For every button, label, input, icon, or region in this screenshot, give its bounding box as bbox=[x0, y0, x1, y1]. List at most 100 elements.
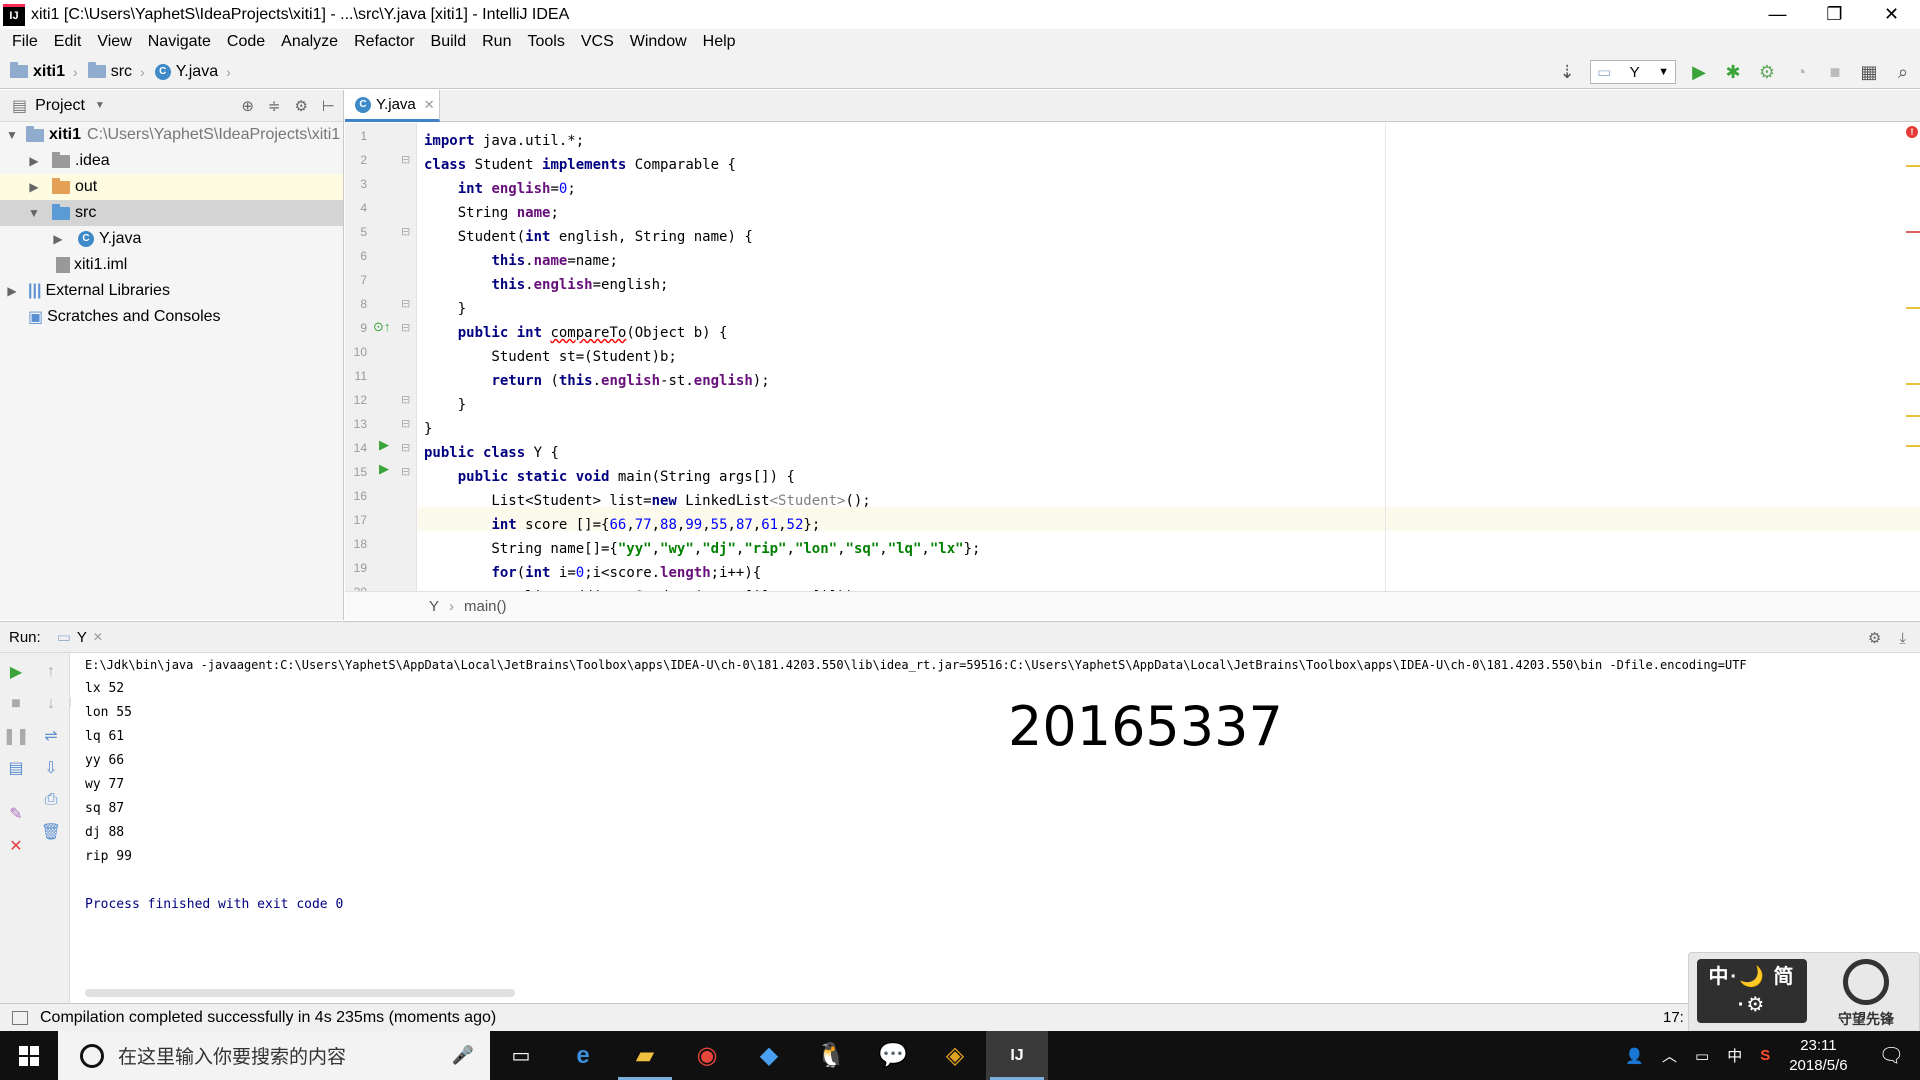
chevron-right-icon[interactable]: ▶ bbox=[50, 232, 66, 246]
nav-crumb-file[interactable]: C Y.java › bbox=[154, 63, 231, 81]
locate-icon[interactable]: ⊕ bbox=[241, 97, 254, 115]
soft-wrap-icon[interactable]: ⇌ bbox=[40, 725, 62, 747]
chevron-down-icon[interactable]: ▼ bbox=[95, 100, 105, 111]
taskbar-search-box[interactable]: 在这里输入你要搜索的内容 🎤 bbox=[58, 1031, 490, 1080]
taskbar-clock[interactable]: 23:11 2018/5/6 bbox=[1789, 1036, 1847, 1076]
pause-icon[interactable]: ❚❚ bbox=[3, 725, 30, 747]
people-icon[interactable]: 👤 bbox=[1625, 1047, 1644, 1065]
run-tab-y[interactable]: ▭ Y ✕ bbox=[57, 628, 103, 647]
tool-windows-icon[interactable] bbox=[12, 1010, 28, 1025]
wechat-icon[interactable]: 💬 bbox=[862, 1031, 924, 1080]
microphone-icon[interactable]: 🎤 bbox=[452, 1045, 474, 1066]
warning-stripe[interactable] bbox=[1906, 415, 1920, 417]
notifications-icon[interactable]: 🗨 bbox=[1879, 1043, 1904, 1068]
fold-icon[interactable]: ⊟ bbox=[401, 417, 410, 430]
fold-icon[interactable]: ⊟ bbox=[401, 153, 410, 166]
menu-code[interactable]: Code bbox=[219, 33, 273, 51]
editor-gutter[interactable]: 1 2 3 4 5 6 7 8 9 10 11 12 13 14 15 16 1… bbox=[345, 123, 417, 599]
tree-item-iml[interactable]: xiti1.iml bbox=[0, 252, 343, 278]
file-explorer-icon[interactable]: ▰ bbox=[614, 1031, 676, 1080]
build-hammer-icon[interactable]: ⇣ bbox=[1550, 55, 1584, 89]
gear-icon[interactable]: ⚙ bbox=[1868, 629, 1881, 647]
error-stripe[interactable] bbox=[1906, 231, 1920, 233]
fold-icon[interactable]: ⊟ bbox=[401, 321, 410, 334]
collapse-all-icon[interactable]: ≑ bbox=[268, 97, 281, 115]
menu-run[interactable]: Run bbox=[474, 33, 519, 51]
fold-icon[interactable]: ⊟ bbox=[401, 297, 410, 310]
debug-icon[interactable]: ✱ bbox=[1716, 55, 1750, 89]
project-structure-icon[interactable]: ▦ bbox=[1852, 55, 1886, 89]
tree-item-scratches[interactable]: ▣ Scratches and Consoles bbox=[0, 304, 343, 330]
menu-file[interactable]: File bbox=[4, 33, 46, 51]
edge-browser-icon[interactable]: e bbox=[552, 1031, 614, 1080]
tree-item-external-libraries[interactable]: ▶ ||| External Libraries bbox=[0, 278, 343, 304]
sogou-input-icon[interactable]: S bbox=[1760, 1047, 1770, 1064]
implements-method-icon[interactable]: ⊙↑ bbox=[373, 319, 390, 335]
menu-view[interactable]: View bbox=[89, 33, 139, 51]
close-button[interactable]: ✕ bbox=[1863, 0, 1920, 29]
close-icon[interactable]: ✕ bbox=[5, 835, 27, 857]
qq-icon[interactable]: 🐧 bbox=[800, 1031, 862, 1080]
run-class-icon[interactable]: ▶ bbox=[379, 437, 389, 453]
arrow-up-icon[interactable]: ↑ bbox=[40, 661, 62, 683]
fold-icon[interactable]: ⊟ bbox=[401, 441, 410, 454]
pin-icon[interactable]: ✎ bbox=[5, 803, 27, 825]
editor-error-stripe[interactable]: ! bbox=[1904, 123, 1920, 591]
menu-analyze[interactable]: Analyze bbox=[273, 33, 346, 51]
stop-icon[interactable]: ■ bbox=[5, 693, 27, 715]
close-tab-icon[interactable]: ✕ bbox=[93, 630, 103, 644]
hide-panel-icon[interactable]: ⤓ bbox=[1899, 630, 1906, 647]
menu-build[interactable]: Build bbox=[423, 33, 475, 51]
tree-item-yjava[interactable]: ▶ C Y.java bbox=[0, 226, 343, 252]
breadcrumb-method[interactable]: main() bbox=[464, 598, 507, 615]
feishu-app-icon[interactable]: ◆ bbox=[738, 1031, 800, 1080]
caret-position[interactable]: 17: bbox=[1663, 1009, 1684, 1026]
fold-icon[interactable]: ⊟ bbox=[401, 393, 410, 406]
intellij-taskbar-icon[interactable]: IJ bbox=[986, 1031, 1048, 1080]
tree-item-src[interactable]: ▼ src bbox=[0, 200, 343, 226]
menu-window[interactable]: Window bbox=[622, 33, 695, 51]
ime-indicator[interactable]: 中 bbox=[1727, 1045, 1742, 1066]
tree-item-root[interactable]: ▼ xiti1 C:\Users\YaphetS\IdeaProjects\xi… bbox=[0, 122, 343, 148]
stop-icon[interactable]: ■ bbox=[1818, 55, 1852, 89]
minimize-button[interactable]: — bbox=[1749, 0, 1806, 29]
chevron-down-icon[interactable]: ▼ bbox=[26, 206, 42, 220]
menu-tools[interactable]: Tools bbox=[519, 33, 572, 51]
menu-help[interactable]: Help bbox=[695, 33, 744, 51]
git-client-icon[interactable]: ◈ bbox=[924, 1031, 986, 1080]
fold-icon[interactable]: ⊟ bbox=[401, 465, 410, 478]
run-method-icon[interactable]: ▶ bbox=[379, 461, 389, 477]
chevron-right-icon[interactable]: ▶ bbox=[26, 154, 42, 168]
menu-navigate[interactable]: Navigate bbox=[140, 33, 219, 51]
print-icon[interactable]: ⎙ bbox=[40, 789, 62, 811]
warning-stripe[interactable] bbox=[1906, 383, 1920, 385]
hide-panel-icon[interactable]: ⊢ bbox=[322, 97, 335, 115]
code-editor[interactable]: import java.util.*; class Student implem… bbox=[418, 123, 1920, 591]
fold-icon[interactable]: ⊟ bbox=[401, 225, 410, 238]
error-indicator-icon[interactable]: ! bbox=[1906, 126, 1918, 138]
profile-icon[interactable]: ◔ bbox=[1784, 55, 1818, 89]
chevron-up-icon[interactable]: ︿ bbox=[1662, 1045, 1677, 1066]
tree-item-out[interactable]: ▶ out bbox=[0, 174, 343, 200]
nav-crumb-project[interactable]: xiti1 › bbox=[10, 62, 78, 81]
chevron-down-icon[interactable]: ▼ bbox=[4, 128, 20, 142]
nav-crumb-src[interactable]: src › bbox=[87, 62, 145, 81]
run-console[interactable]: E:\Jdk\bin\java -javaagent:C:\Users\Yaph… bbox=[71, 653, 1920, 1003]
layout-icon[interactable]: ▤ bbox=[5, 757, 27, 779]
trash-icon[interactable]: 🗑 bbox=[40, 821, 62, 843]
menu-refactor[interactable]: Refactor bbox=[346, 33, 422, 51]
run-configuration-select[interactable]: ▭ Y ▼ bbox=[1590, 60, 1676, 84]
restore-button[interactable]: ❐ bbox=[1806, 0, 1863, 29]
scroll-to-end-icon[interactable]: ⇩ bbox=[40, 757, 62, 779]
warning-stripe[interactable] bbox=[1906, 445, 1920, 447]
rerun-icon[interactable]: ▶ bbox=[5, 661, 27, 683]
gear-icon[interactable]: ⚙ bbox=[294, 97, 307, 115]
chrome-icon[interactable]: ◉ bbox=[676, 1031, 738, 1080]
chevron-right-icon[interactable]: ▶ bbox=[4, 284, 20, 298]
editor-tab-yjava[interactable]: C Y.java ✕ bbox=[345, 90, 440, 122]
task-view-icon[interactable]: ▭ bbox=[490, 1031, 552, 1080]
coverage-icon[interactable]: ⚙ bbox=[1750, 55, 1784, 89]
run-icon[interactable]: ▶ bbox=[1682, 55, 1716, 89]
breadcrumb-class[interactable]: Y bbox=[429, 598, 439, 615]
project-view-select[interactable]: Project bbox=[35, 97, 85, 115]
